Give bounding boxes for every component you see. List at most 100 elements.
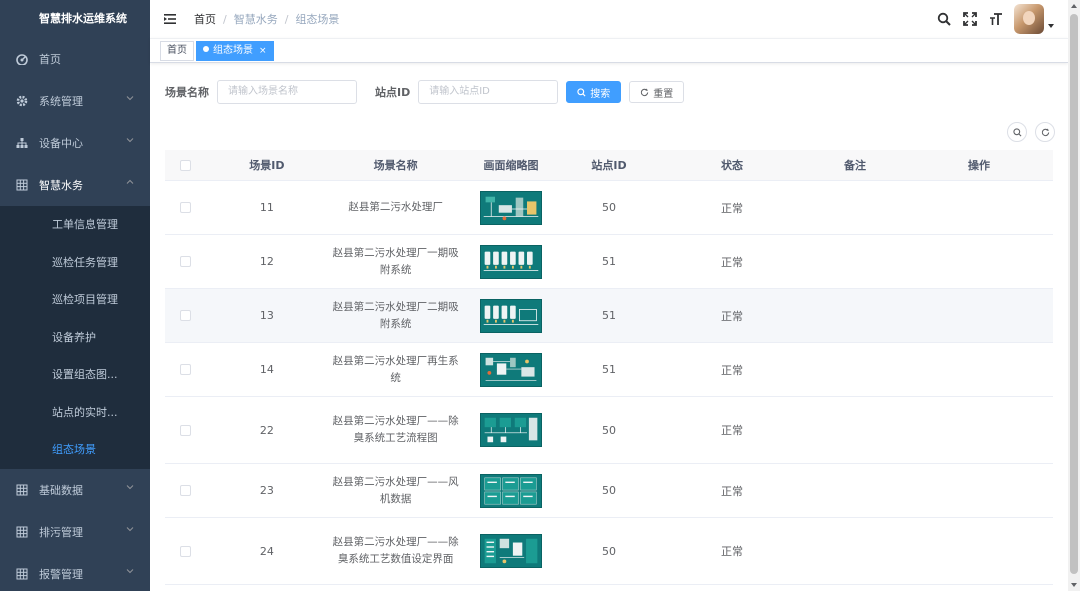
scene-thumbnail[interactable] — [479, 190, 542, 225]
gear-icon — [15, 94, 29, 108]
chevron-down-icon — [126, 138, 134, 143]
scene-thumbnail[interactable] — [479, 244, 542, 279]
sidebar-item-sewage[interactable]: 排污管理 — [0, 511, 150, 553]
sidebar-subitem-work-order[interactable]: 工单信息管理 — [0, 206, 150, 244]
reset-button[interactable]: 重置 — [629, 81, 685, 103]
sidebar-item-alarm[interactable]: 报警管理 — [0, 553, 150, 591]
status-cell: 正常 — [721, 545, 744, 558]
row-checkbox[interactable] — [179, 424, 191, 436]
sidebar-subitem-inspection-item[interactable]: 巡检项目管理 — [0, 281, 150, 319]
tag-home[interactable]: 首页 — [160, 41, 194, 61]
chevron-down-icon — [126, 526, 134, 531]
submenu-smart-water: 工单信息管理 巡检任务管理 巡检项目管理 设备养护 设置组态图... 站点的实时… — [0, 206, 150, 469]
row-checkbox[interactable] — [179, 310, 191, 321]
scene-name-input[interactable]: 请输入场景名称 — [217, 80, 357, 104]
site-id-cell: 50 — [602, 544, 616, 558]
scene-name-cell: 赵县第二污水处理厂 — [348, 201, 443, 213]
sidebar-subitem-site-realtime[interactable]: 站点的实时... — [0, 394, 150, 432]
scene-thumbnail[interactable] — [479, 298, 542, 333]
table-row[interactable]: 24 赵县第二污水处理厂——除臭系统工艺数值设定界面 50 正常 — [165, 518, 1053, 585]
font-size-icon[interactable] — [988, 11, 1004, 27]
row-checkbox[interactable] — [179, 364, 191, 375]
status-cell: 正常 — [721, 484, 744, 498]
site-id-cell: 50 — [602, 423, 616, 437]
column-header: 画面缩略图 — [483, 159, 539, 172]
thumbnail-cell — [463, 190, 559, 225]
site-id-cell: 50 — [602, 484, 616, 497]
status-cell: 正常 — [721, 363, 744, 377]
sidebar-item-smart-water[interactable]: 智慧水务 — [0, 164, 150, 206]
table-row[interactable]: 13 赵县第二污水处理厂二期吸附系统 51 正常 — [165, 289, 1053, 343]
chevron-down-icon — [126, 484, 134, 489]
tag-config-scene[interactable]: 组态场景 × — [196, 41, 274, 61]
caret-down-icon[interactable] — [1048, 23, 1054, 29]
row-checkbox-cell — [165, 202, 205, 213]
thumbnail-cell — [463, 413, 559, 447]
sidebar-item-device[interactable]: 设备中心 — [0, 122, 150, 164]
column-header: 场景ID — [249, 159, 285, 172]
sidebar-subitem-inspection-task[interactable]: 巡检任务管理 — [0, 244, 150, 282]
sidebar-item-label: 智慧水务 — [39, 179, 83, 192]
row-checkbox[interactable] — [179, 485, 191, 496]
sidebar-item-label: 基础数据 — [39, 483, 83, 497]
grid-icon — [15, 483, 29, 497]
scene-name-cell: 赵县第二污水处理厂——除臭系统工艺流程图 — [332, 415, 459, 444]
scene-thumbnail[interactable] — [479, 473, 542, 508]
grid-icon — [15, 178, 29, 192]
scene-id-cell: 14 — [259, 363, 274, 376]
toggle-search-button[interactable] — [1007, 122, 1027, 142]
chevron-up-icon — [126, 179, 134, 184]
select-all-checkbox[interactable] — [179, 159, 191, 171]
row-checkbox[interactable] — [179, 545, 191, 557]
scroll-down-icon[interactable] — [1071, 582, 1077, 588]
thumbnail-cell — [463, 244, 559, 279]
table-row[interactable]: 14 赵县第二污水处理厂再生系统 51 正常 — [165, 343, 1053, 397]
sidebar-subitem-config-scene[interactable]: 组态场景 — [0, 431, 150, 469]
close-icon[interactable]: × — [259, 46, 267, 56]
tags-view: 首页 组态场景 × — [150, 38, 1068, 63]
site-id-input[interactable]: 请输入站点ID — [418, 80, 559, 104]
sidebar-item-home[interactable]: 首页 — [0, 38, 150, 80]
scene-thumbnail[interactable] — [479, 352, 542, 387]
scene-thumbnail[interactable] — [479, 534, 542, 568]
scene-id-cell: 13 — [259, 309, 274, 322]
sidebar-subitem-maintenance[interactable]: 设备养护 — [0, 319, 150, 357]
status-cell: 正常 — [721, 309, 744, 323]
table-row[interactable]: 23 赵县第二污水处理厂——风机数据 50 正常 — [165, 464, 1053, 518]
site-id-cell: 50 — [602, 201, 616, 214]
table-row[interactable]: 11 赵县第二污水处理厂 50 正常 — [165, 181, 1053, 235]
thumbnail-cell — [463, 473, 559, 508]
avatar[interactable] — [1014, 4, 1044, 34]
sidebar: 智慧排水运维系统 首页 系统管理 设备中心 智慧水务 工单信息管理 巡检任务管理… — [0, 0, 150, 591]
thumbnail-cell — [463, 534, 559, 568]
table-row[interactable]: 12 赵县第二污水处理厂一期吸附系统 51 正常 — [165, 235, 1053, 289]
scene-name-label: 场景名称 — [165, 86, 209, 99]
breadcrumb: 首页 / 智慧水务 / 组态场景 — [194, 11, 339, 27]
table-row[interactable]: 22 赵县第二污水处理厂——除臭系统工艺流程图 50 正常 — [165, 397, 1053, 464]
sidebar-item-basic-data[interactable]: 基础数据 — [0, 469, 150, 511]
scroll-up-icon[interactable] — [1071, 3, 1077, 9]
status-cell: 正常 — [721, 424, 744, 437]
main-content: 场景名称 请输入场景名称 站点ID 请输入站点ID 搜索 重置 场景ID 场景名… — [150, 63, 1068, 591]
table-header: 场景ID 场景名称 画面缩略图 站点ID 状态 备注 操作 — [165, 150, 1053, 181]
sidebar-subitem-config-diagram[interactable]: 设置组态图... — [0, 356, 150, 394]
page-scrollbar[interactable] — [1068, 0, 1080, 591]
refresh-icon — [1041, 127, 1049, 136]
breadcrumb-smart-water: 智慧水务 — [233, 13, 278, 26]
row-checkbox[interactable] — [179, 256, 191, 267]
search-icon[interactable] — [936, 11, 952, 27]
breadcrumb-home[interactable]: 首页 — [194, 11, 216, 27]
search-button[interactable]: 搜索 — [566, 81, 622, 103]
fullscreen-icon[interactable] — [962, 11, 978, 27]
scene-id-cell: 23 — [259, 484, 274, 497]
row-checkbox[interactable] — [179, 202, 191, 213]
scene-thumbnail[interactable] — [479, 413, 542, 447]
sidebar-item-label: 报警管理 — [39, 567, 83, 581]
search-button-label: 搜索 — [590, 88, 611, 100]
refresh-table-button[interactable] — [1035, 122, 1055, 142]
sidebar-item-system[interactable]: 系统管理 — [0, 80, 150, 122]
sitemap-icon — [15, 136, 29, 150]
hamburger-icon[interactable] — [163, 12, 177, 26]
row-checkbox-cell — [165, 545, 205, 557]
scrollbar-thumb[interactable] — [1070, 14, 1078, 574]
